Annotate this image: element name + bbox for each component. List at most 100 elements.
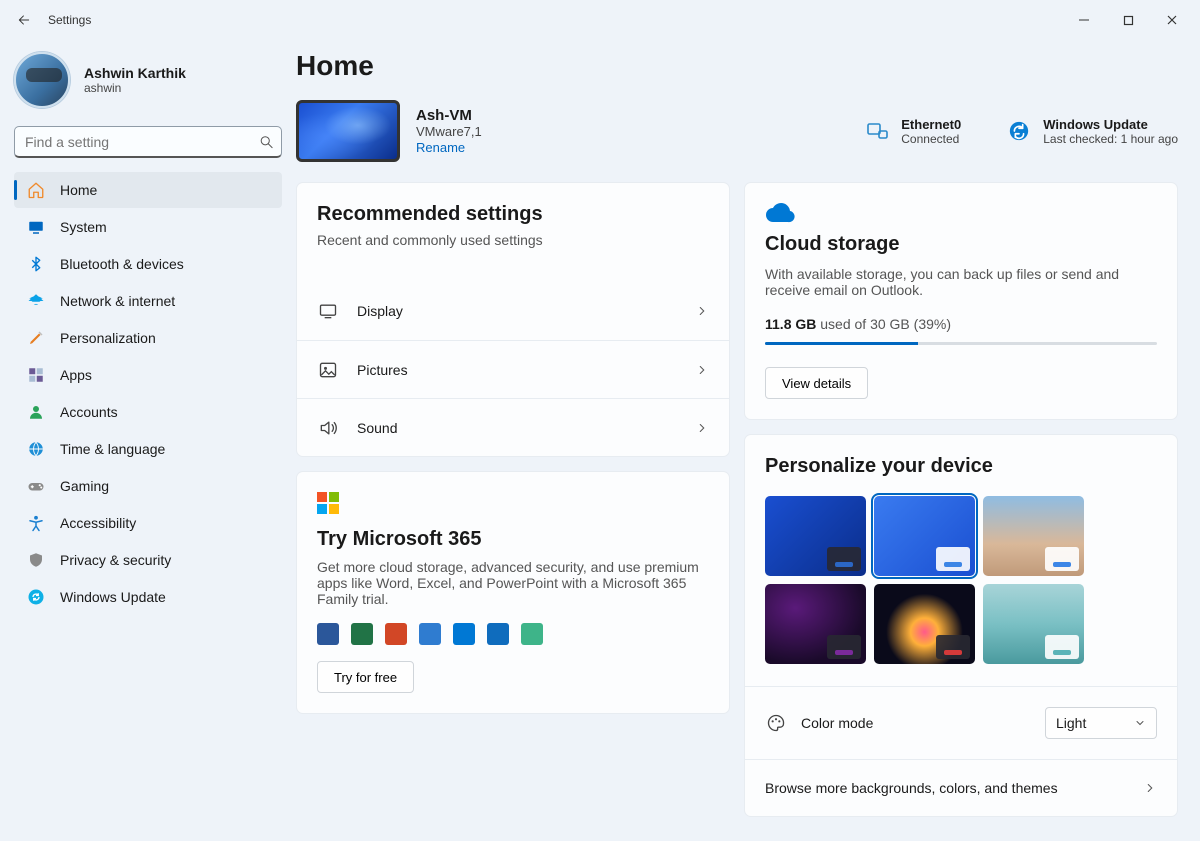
- nav-item-privacy[interactable]: Privacy & security: [14, 542, 282, 578]
- browse-label: Browse more backgrounds, colors, and the…: [765, 780, 1058, 796]
- chevron-right-icon: [1143, 781, 1157, 795]
- network-status[interactable]: Ethernet0 Connected: [863, 117, 961, 146]
- m365-desc: Get more cloud storage, advanced securit…: [317, 559, 709, 607]
- theme-option-1[interactable]: [874, 496, 975, 576]
- colormode-value: Light: [1056, 715, 1086, 731]
- nav-label: Accounts: [60, 404, 118, 420]
- family-icon: [521, 623, 543, 645]
- theme-option-2[interactable]: [983, 496, 1084, 576]
- cloud-icon: [765, 203, 1157, 223]
- word-icon: [317, 623, 339, 645]
- globe-icon: [26, 439, 46, 459]
- personalize-title: Personalize your device: [765, 455, 1157, 478]
- profile-alias: ashwin: [84, 81, 186, 95]
- close-button[interactable]: [1150, 5, 1194, 35]
- nav-label: Accessibility: [60, 515, 136, 531]
- network-title: Ethernet0: [901, 117, 961, 132]
- device-thumbnail: [296, 100, 400, 162]
- m365-title: Try Microsoft 365: [317, 528, 709, 551]
- theme-accent-preview: [1045, 547, 1079, 571]
- update-icon: [26, 587, 46, 607]
- brush-icon: [26, 328, 46, 348]
- nav-item-gaming[interactable]: Gaming: [14, 468, 282, 504]
- gamepad-icon: [26, 476, 46, 496]
- nav-item-update[interactable]: Windows Update: [14, 579, 282, 615]
- theme-option-5[interactable]: [983, 584, 1084, 664]
- search-icon: [259, 135, 274, 150]
- sound-icon: [317, 417, 339, 439]
- setting-row-sound[interactable]: Sound: [297, 398, 729, 456]
- colormode-label: Color mode: [801, 715, 873, 731]
- back-button[interactable]: [6, 2, 42, 38]
- m365-try-button[interactable]: Try for free: [317, 661, 414, 693]
- excel-icon: [351, 623, 373, 645]
- nav-label: Home: [60, 182, 97, 198]
- maximize-button[interactable]: [1106, 5, 1150, 35]
- chevron-right-icon: [695, 421, 709, 435]
- close-icon: [1166, 14, 1178, 26]
- avatar: [14, 52, 70, 108]
- nav-label: Bluetooth & devices: [60, 256, 184, 272]
- update-status[interactable]: Windows Update Last checked: 1 hour ago: [1005, 117, 1178, 146]
- profile-block[interactable]: Ashwin Karthik ashwin: [14, 52, 282, 108]
- nav-item-personalization[interactable]: Personalization: [14, 320, 282, 356]
- nav-label: Apps: [60, 367, 92, 383]
- minimize-icon: [1078, 14, 1090, 26]
- microsoft-logo-icon: [317, 492, 341, 514]
- colormode-select[interactable]: Light: [1045, 707, 1157, 739]
- minimize-button[interactable]: [1062, 5, 1106, 35]
- nav-label: Windows Update: [60, 589, 166, 605]
- theme-option-4[interactable]: [874, 584, 975, 664]
- nav-label: Personalization: [60, 330, 156, 346]
- palette-icon: [765, 712, 787, 734]
- setting-label: Sound: [357, 420, 677, 436]
- arrow-left-icon: [17, 13, 31, 27]
- picture-icon: [317, 359, 339, 381]
- nav-item-system[interactable]: System: [14, 209, 282, 245]
- system-icon: [26, 217, 46, 237]
- person-icon: [26, 402, 46, 422]
- window-title: Settings: [48, 13, 91, 27]
- browse-themes-link[interactable]: Browse more backgrounds, colors, and the…: [745, 759, 1177, 816]
- nav-item-bluetooth[interactable]: Bluetooth & devices: [14, 246, 282, 282]
- chevron-right-icon: [695, 363, 709, 377]
- search-input[interactable]: [14, 126, 282, 158]
- nav-item-accounts[interactable]: Accounts: [14, 394, 282, 430]
- setting-row-display[interactable]: Display: [297, 282, 729, 340]
- cloud-details-button[interactable]: View details: [765, 367, 868, 399]
- nav-item-accessibility[interactable]: Accessibility: [14, 505, 282, 541]
- maximize-icon: [1123, 15, 1134, 26]
- rename-link[interactable]: Rename: [416, 140, 465, 155]
- nav-item-time[interactable]: Time & language: [14, 431, 282, 467]
- setting-label: Display: [357, 303, 677, 319]
- home-icon: [26, 180, 46, 200]
- apps-icon: [26, 365, 46, 385]
- recommended-sub: Recent and commonly used settings: [317, 232, 709, 248]
- nav-item-home[interactable]: Home: [14, 172, 282, 208]
- nav-item-network[interactable]: Network & internet: [14, 283, 282, 319]
- theme-option-3[interactable]: [765, 584, 866, 664]
- cloud-used: 11.8 GB: [765, 316, 816, 332]
- update-title: Windows Update: [1043, 117, 1178, 132]
- network-sub: Connected: [901, 132, 961, 146]
- setting-label: Pictures: [357, 362, 677, 378]
- chevron-down-icon: [1134, 717, 1146, 729]
- onedrive-icon: [453, 623, 475, 645]
- cloud-desc: With available storage, you can back up …: [765, 266, 1157, 298]
- setting-row-pictures[interactable]: Pictures: [297, 340, 729, 398]
- cloud-bar: [765, 342, 1157, 345]
- a11y-icon: [26, 513, 46, 533]
- theme-accent-preview: [827, 547, 861, 571]
- update-icon: [1005, 117, 1033, 145]
- nav-item-apps[interactable]: Apps: [14, 357, 282, 393]
- device-model: VMware7,1: [416, 124, 482, 139]
- theme-option-0[interactable]: [765, 496, 866, 576]
- chevron-right-icon: [695, 304, 709, 318]
- shield-icon: [26, 550, 46, 570]
- profile-name: Ashwin Karthik: [84, 65, 186, 81]
- nav-label: Time & language: [60, 441, 165, 457]
- update-sub: Last checked: 1 hour ago: [1043, 132, 1178, 146]
- cloud-title: Cloud storage: [765, 233, 1157, 256]
- display-icon: [317, 300, 339, 322]
- nav-label: Privacy & security: [60, 552, 171, 568]
